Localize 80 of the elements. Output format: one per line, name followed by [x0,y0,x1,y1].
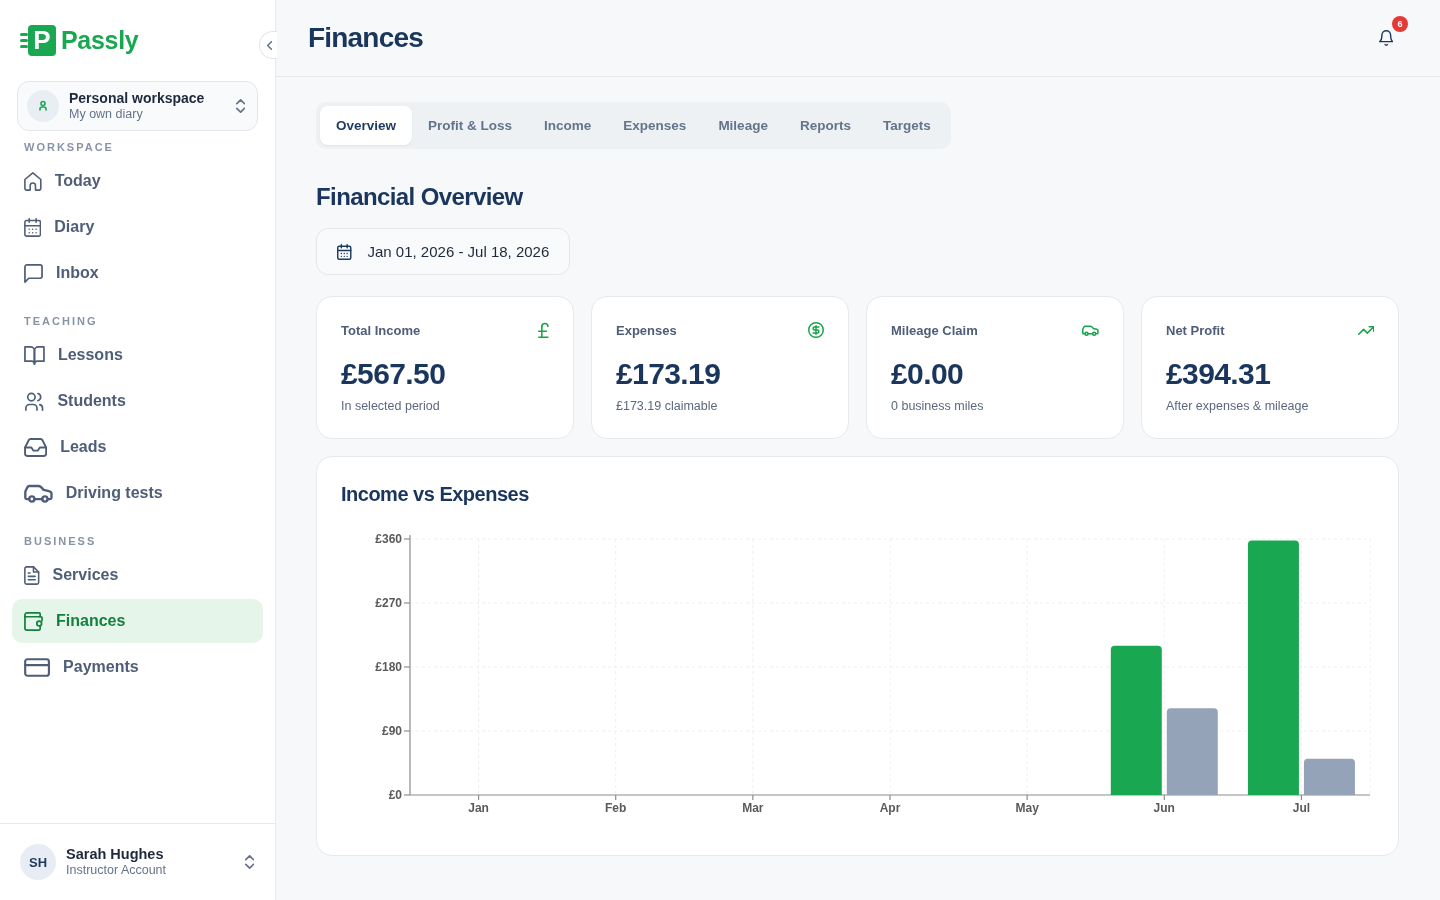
workspace-switcher[interactable]: Personal workspace My own diary [17,81,258,131]
nav-item[interactable]: Inbox [12,251,263,295]
user-avatar: SH [20,844,56,880]
axis-label: Mar [742,801,764,815]
nav-item[interactable]: Today [12,159,263,203]
section-heading: WORKSPACE [23,140,115,154]
workspace-name: Personal workspace [69,90,206,107]
axis-label: Feb [605,801,627,815]
stat-value: £394.31 [1166,356,1272,392]
page-title: Finances [308,22,423,54]
section-heading: BUSINESS [23,534,98,548]
axis-label: £360 [375,532,402,546]
trend-up-icon [1357,325,1374,335]
nav-item[interactable]: Students [12,379,263,423]
notification-count: 6 [1392,16,1408,32]
car-icon [24,483,53,503]
logo-text: Passly [61,25,139,55]
axis-label: Jun [1153,801,1175,815]
book-icon [24,345,45,365]
collapse-sidebar-button[interactable] [259,31,277,59]
axis-label: Apr [879,801,901,815]
nav-item[interactable]: Lessons [12,333,263,377]
nav-item[interactable]: Diary [12,205,263,249]
chevron-left-icon [267,40,273,50]
stat-value: £173.19 [616,356,722,392]
person-avatar-icon [27,90,59,122]
logo-mark: P [28,24,56,56]
stat-note: After expenses & mileage [1166,399,1310,414]
axis-label: £90 [381,724,402,738]
section-heading: TEACHING [23,314,99,328]
dollar-coin-icon [808,322,824,338]
axis-label: Jul [1292,801,1311,815]
tray-icon [24,437,48,457]
car-icon [1082,324,1099,336]
workspace-subtitle: My own diary [69,107,144,122]
tab[interactable]: Expenses [607,106,703,145]
chat-bubble-icon [24,263,43,283]
date-range-picker[interactable]: Jan 01, 2026 - Jul 18, 2026 [316,228,571,275]
axis-label: £0 [388,788,402,802]
tab[interactable]: Overview [320,106,413,145]
tab[interactable]: Targets [866,106,947,145]
axis-label: £180 [375,660,402,674]
calendar-icon [24,217,42,237]
stat-value: £0.00 [891,356,965,392]
house-icon [24,171,42,191]
stat-value: £567.50 [341,356,447,392]
nav-item[interactable]: Finances [12,599,263,643]
section-title: Financial Overview [316,182,523,211]
chevrons-up-down-icon [244,855,254,869]
tab[interactable]: Income [528,106,608,145]
stat-note: £173.19 claimable [616,399,719,414]
tab[interactable]: Profit & Loss [412,106,529,145]
axis-label: Jan [468,801,489,815]
stat-note: 0 business miles [891,399,985,414]
chevrons-up-down-icon [235,99,245,113]
user-role: Instructor Account [66,863,168,878]
stat-label: Net Profit [1166,322,1225,338]
account-switcher[interactable]: SH Sarah Hughes Instructor Account [0,823,275,900]
nav-item[interactable]: Leads [12,425,263,469]
calendar-icon [337,243,352,260]
stat-label: Total Income [341,322,421,338]
tab[interactable]: Reports [783,106,867,145]
nav-item[interactable]: Driving tests [12,471,263,515]
document-icon [24,565,40,585]
chart-title: Income vs Expenses [341,482,530,506]
nav-item[interactable]: Services [12,553,263,597]
nav-item[interactable]: Payments [12,645,263,689]
speed-lines-icon [20,32,28,48]
stat-note: In selected period [341,399,441,414]
tab[interactable]: Mileage [702,106,784,145]
stat-label: Mileage Claim [891,322,978,338]
people-icon [24,391,45,411]
wallet-icon [24,611,43,631]
axis-label: £270 [375,596,402,610]
pound-sign-icon [538,322,549,338]
credit-card-icon [24,657,51,677]
bell-icon [1378,30,1394,46]
stat-label: Expenses [616,322,677,338]
user-name: Sarah Hughes [66,846,165,863]
axis-label: May [1015,801,1039,815]
